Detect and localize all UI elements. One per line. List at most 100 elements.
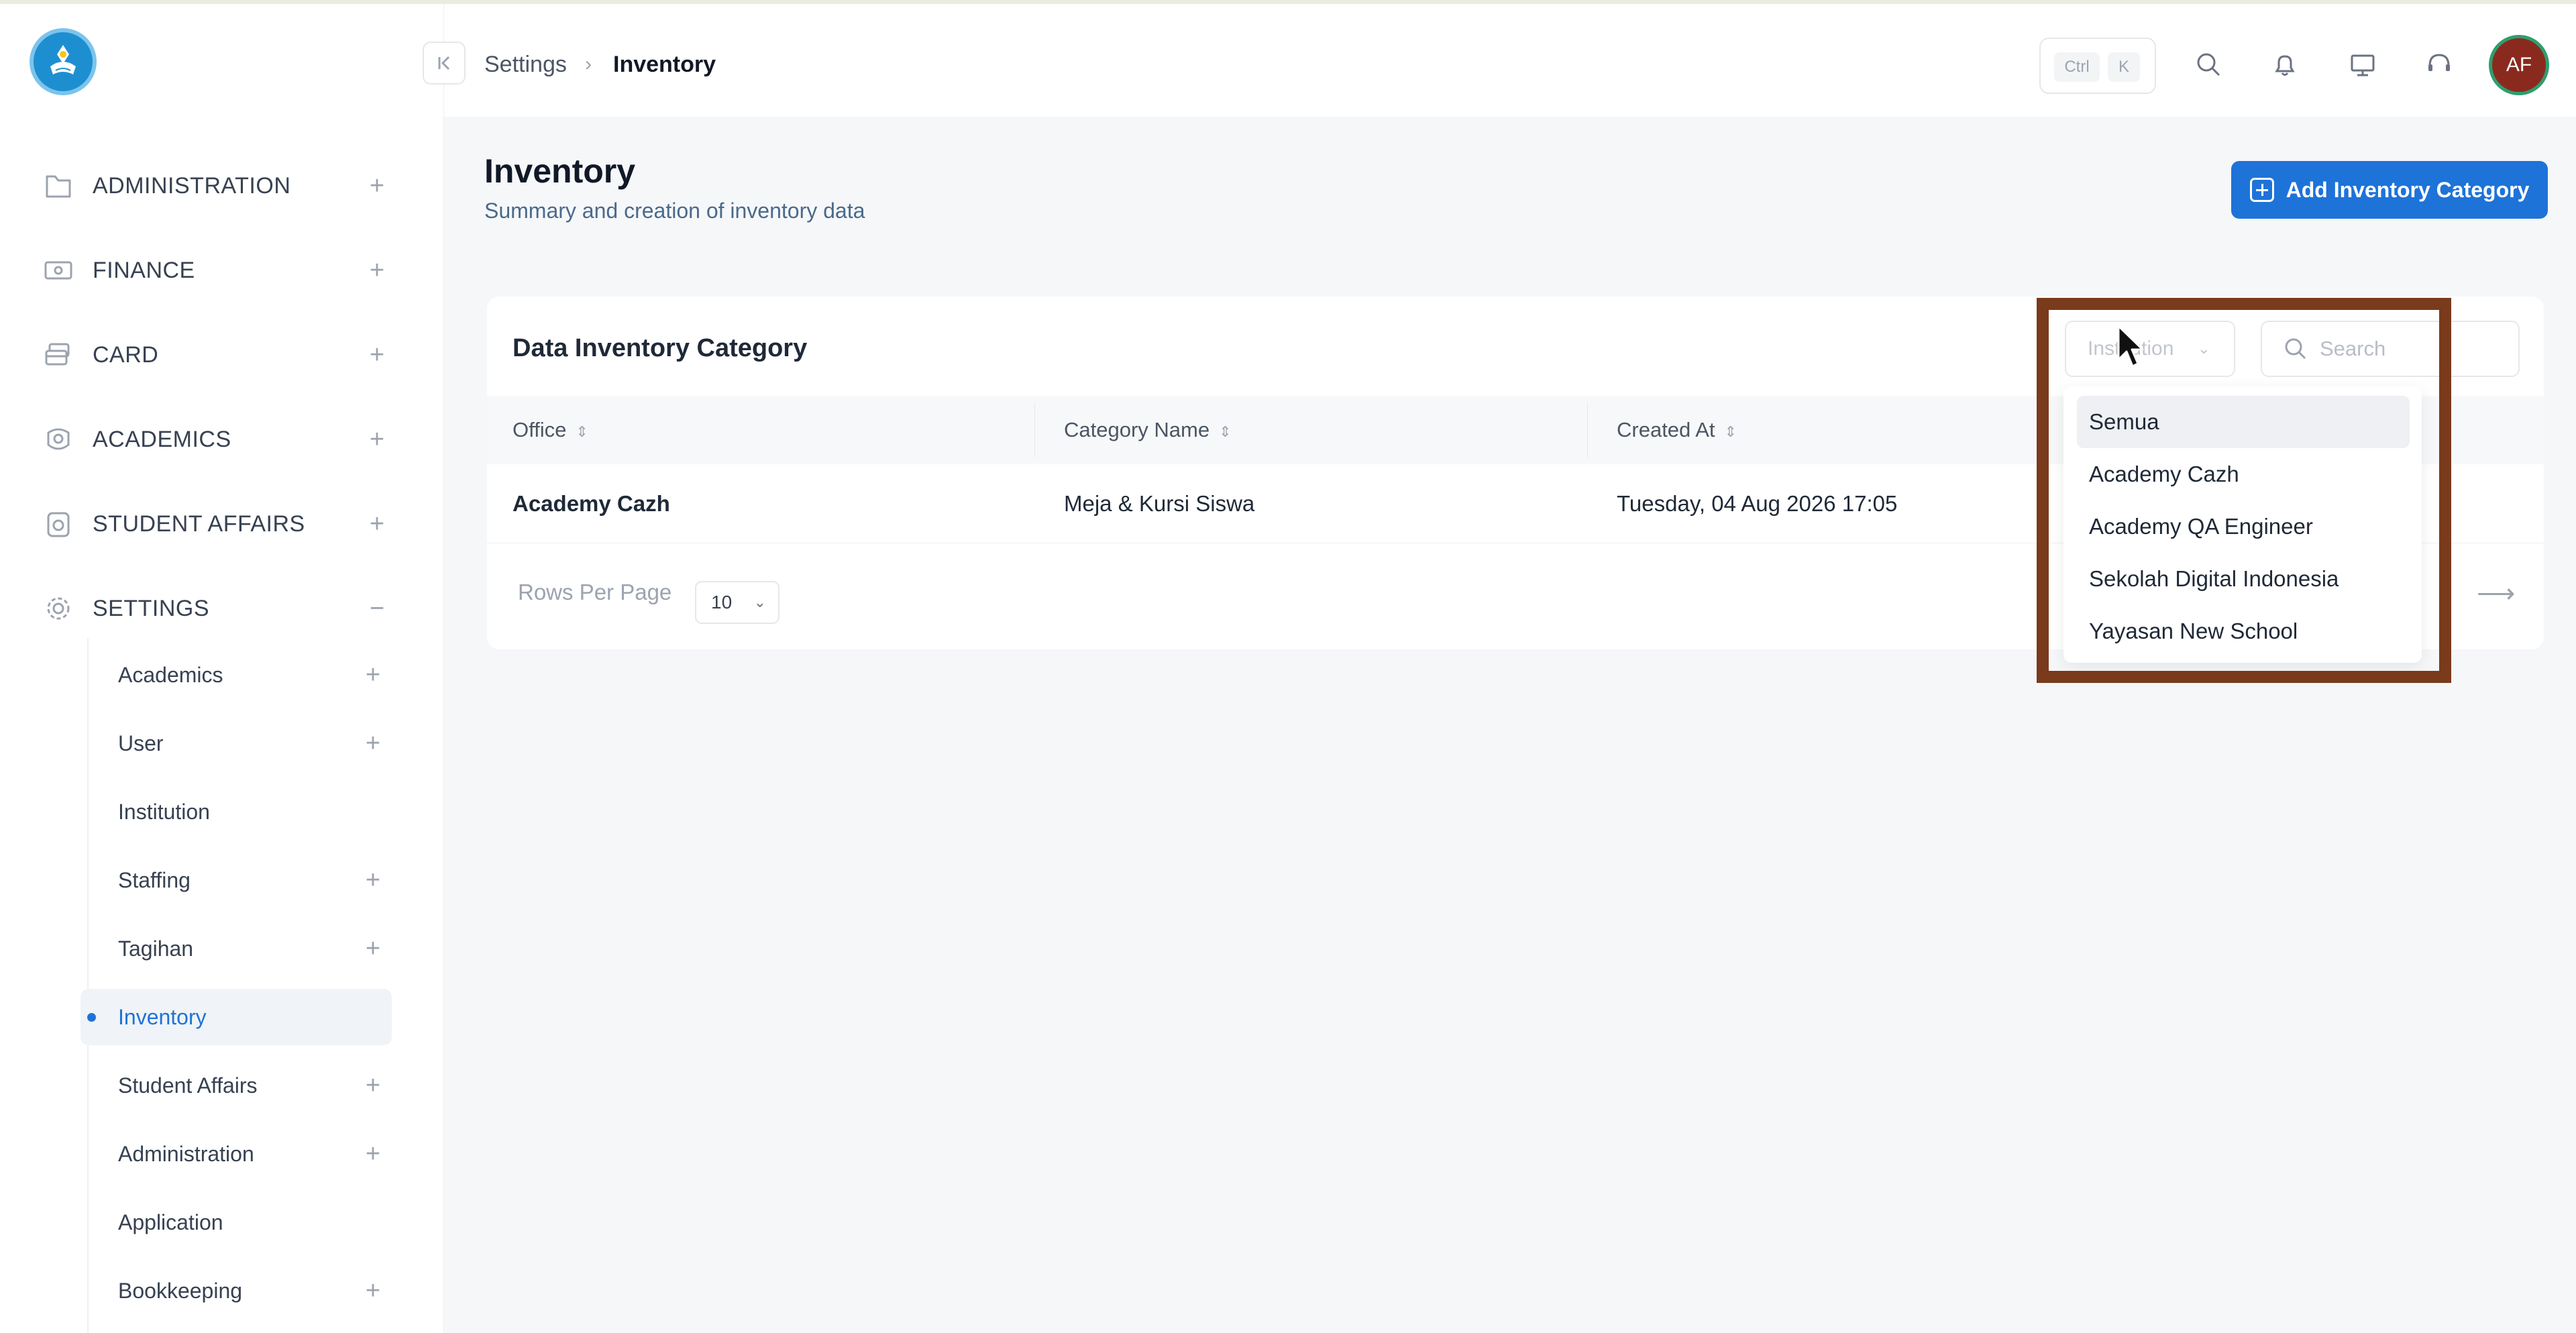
- page-subtitle: Summary and creation of inventory data: [484, 199, 865, 223]
- sidebar-subitem-label: Tagihan: [118, 937, 194, 961]
- sort-icon[interactable]: ⇕: [576, 423, 588, 440]
- card-title: Data Inventory Category: [513, 334, 808, 362]
- sidebar-item-user[interactable]: User +: [80, 715, 392, 771]
- chevron-down-icon: ⌄: [2198, 340, 2210, 357]
- sidebar-item-label: ADMINISTRATION: [93, 173, 291, 199]
- expand-icon[interactable]: +: [364, 156, 390, 216]
- notifications-button[interactable]: [2266, 46, 2304, 83]
- sidebar-item-student-affairs-settings[interactable]: Student Affairs +: [80, 1057, 392, 1114]
- add-inventory-category-button[interactable]: Add Inventory Category: [2231, 161, 2548, 219]
- expand-icon[interactable]: +: [360, 1126, 386, 1182]
- sidebar-subitem-label: Administration: [118, 1142, 254, 1166]
- breadcrumb-settings[interactable]: Settings: [484, 44, 567, 85]
- dropdown-option-semua[interactable]: Semua: [2077, 396, 2410, 448]
- collapse-sidebar-button[interactable]: [423, 42, 466, 85]
- sidebar-subitem-label: Inventory: [118, 1005, 207, 1029]
- search-icon: [2197, 53, 2220, 76]
- sidebar-subitem-label: Student Affairs: [118, 1073, 258, 1098]
- sidebar-item-bookkeeping[interactable]: Bookkeeping +: [80, 1263, 392, 1319]
- sidebar-item-academics-settings[interactable]: Academics +: [80, 647, 392, 703]
- gear-icon: [47, 597, 70, 620]
- dropdown-option-academy-qa-engineer[interactable]: Academy QA Engineer: [2077, 500, 2410, 553]
- column-header-created-at[interactable]: Created At ⇕: [1617, 396, 1737, 464]
- plus-square-icon: [2249, 178, 2274, 202]
- breadcrumb-inventory: Inventory: [613, 52, 716, 77]
- sidebar-subitem-label: Institution: [118, 800, 210, 824]
- student-affairs-icon: [47, 512, 70, 537]
- folder-icon: [46, 175, 71, 198]
- rows-per-page-label: Rows Per Page: [518, 580, 672, 604]
- sidebar-item-settings[interactable]: SETTINGS −: [0, 578, 444, 639]
- expand-icon[interactable]: +: [364, 325, 390, 385]
- sidebar-item-label: CARD: [93, 342, 159, 368]
- dropdown-option-academy-cazh[interactable]: Academy Cazh: [2077, 448, 2410, 500]
- k-key: K: [2108, 52, 2140, 82]
- expand-icon[interactable]: +: [360, 1263, 386, 1319]
- monitor-icon: [2351, 54, 2375, 76]
- sidebar-subitem-label: Application: [118, 1210, 223, 1234]
- expand-icon[interactable]: +: [360, 647, 386, 703]
- next-page-arrow-icon[interactable]: ⟶: [2477, 578, 2515, 609]
- sidebar-item-administration[interactable]: ADMINISTRATION +: [0, 156, 444, 216]
- sidebar-subitem-label: Bookkeeping: [118, 1279, 243, 1303]
- expand-icon[interactable]: +: [364, 494, 390, 554]
- sidebar-item-administration-settings[interactable]: Administration +: [80, 1126, 392, 1182]
- expand-icon[interactable]: +: [360, 852, 386, 908]
- sidebar-item-staffing[interactable]: Staffing +: [80, 852, 392, 908]
- column-header-office[interactable]: Office ⇕: [513, 396, 588, 464]
- search-input[interactable]: [2320, 329, 2508, 369]
- sort-icon[interactable]: ⇕: [1219, 423, 1231, 440]
- expand-icon[interactable]: +: [360, 715, 386, 771]
- top-header: Settings › Inventory Ctrl K AF: [423, 4, 2576, 117]
- user-avatar[interactable]: AF: [2489, 35, 2549, 95]
- collapse-icon[interactable]: −: [364, 578, 390, 639]
- breadcrumb-separator: ›: [585, 53, 592, 75]
- academics-icon: [47, 428, 70, 450]
- column-divider: [1587, 403, 1588, 458]
- add-button-label: Add Inventory Category: [2286, 177, 2530, 202]
- expand-icon[interactable]: +: [360, 1057, 386, 1114]
- sidebar-item-finance[interactable]: FINANCE +: [0, 240, 444, 301]
- sidebar-subitem-label: Staffing: [118, 868, 191, 892]
- sidebar-subitem-label: User: [118, 731, 164, 755]
- search-field[interactable]: [2261, 321, 2520, 377]
- dropdown-option-yayasan-new-school[interactable]: Yayasan New School: [2077, 605, 2410, 657]
- rows-per-page-select[interactable]: 10 ⌄: [695, 581, 780, 624]
- sidebar-item-inventory[interactable]: Inventory: [80, 989, 392, 1045]
- search-button[interactable]: [2190, 46, 2227, 83]
- command-palette-shortcut[interactable]: Ctrl K: [2039, 38, 2156, 94]
- institution-dropdown-menu: Semua Academy Cazh Academy QA Engineer S…: [2063, 386, 2422, 663]
- rows-per-page-value: 10: [711, 592, 733, 612]
- sidebar-item-student-affairs[interactable]: STUDENT AFFAIRS +: [0, 494, 444, 554]
- sidebar-item-institution[interactable]: Institution: [80, 784, 392, 840]
- column-header-label: Created At: [1617, 418, 1715, 441]
- collapse-sidebar-icon: [438, 56, 450, 70]
- sidebar-item-label: ACADEMICS: [93, 427, 231, 452]
- card-icon: [45, 343, 70, 366]
- support-icon: [2428, 54, 2450, 71]
- column-header-label: Category Name: [1064, 418, 1210, 441]
- display-button[interactable]: [2344, 46, 2381, 83]
- expand-icon[interactable]: +: [360, 920, 386, 977]
- sidebar-item-tagihan[interactable]: Tagihan +: [80, 920, 392, 977]
- expand-icon[interactable]: +: [364, 240, 390, 301]
- expand-icon[interactable]: +: [364, 409, 390, 470]
- column-header-category-name[interactable]: Category Name ⇕: [1064, 396, 1232, 464]
- sidebar-item-label: SETTINGS: [93, 596, 210, 621]
- support-button[interactable]: [2420, 46, 2458, 83]
- sidebar-item-application[interactable]: Application: [80, 1194, 392, 1250]
- sidebar-item-academics[interactable]: ACADEMICS +: [0, 409, 444, 470]
- tut-wuri-handayani-emblem-icon: [50, 45, 76, 74]
- sort-icon[interactable]: ⇕: [1724, 423, 1736, 440]
- dropdown-option-sekolah-digital-indonesia[interactable]: Sekolah Digital Indonesia: [2077, 553, 2410, 605]
- sidebar-item-label: FINANCE: [93, 258, 195, 283]
- school-logo[interactable]: [30, 28, 97, 95]
- mouse-cursor-icon: [2117, 325, 2144, 368]
- sidebar-item-card[interactable]: CARD +: [0, 325, 444, 385]
- column-divider: [1034, 403, 1035, 458]
- column-header-label: Office: [513, 418, 567, 441]
- institution-filter-select[interactable]: Institution ⌄: [2065, 321, 2235, 377]
- chevron-down-icon: ⌄: [753, 594, 766, 610]
- cell-created-at: Tuesday, 04 Aug 2026 17:05: [1617, 491, 1898, 516]
- search-icon: [2285, 338, 2306, 360]
